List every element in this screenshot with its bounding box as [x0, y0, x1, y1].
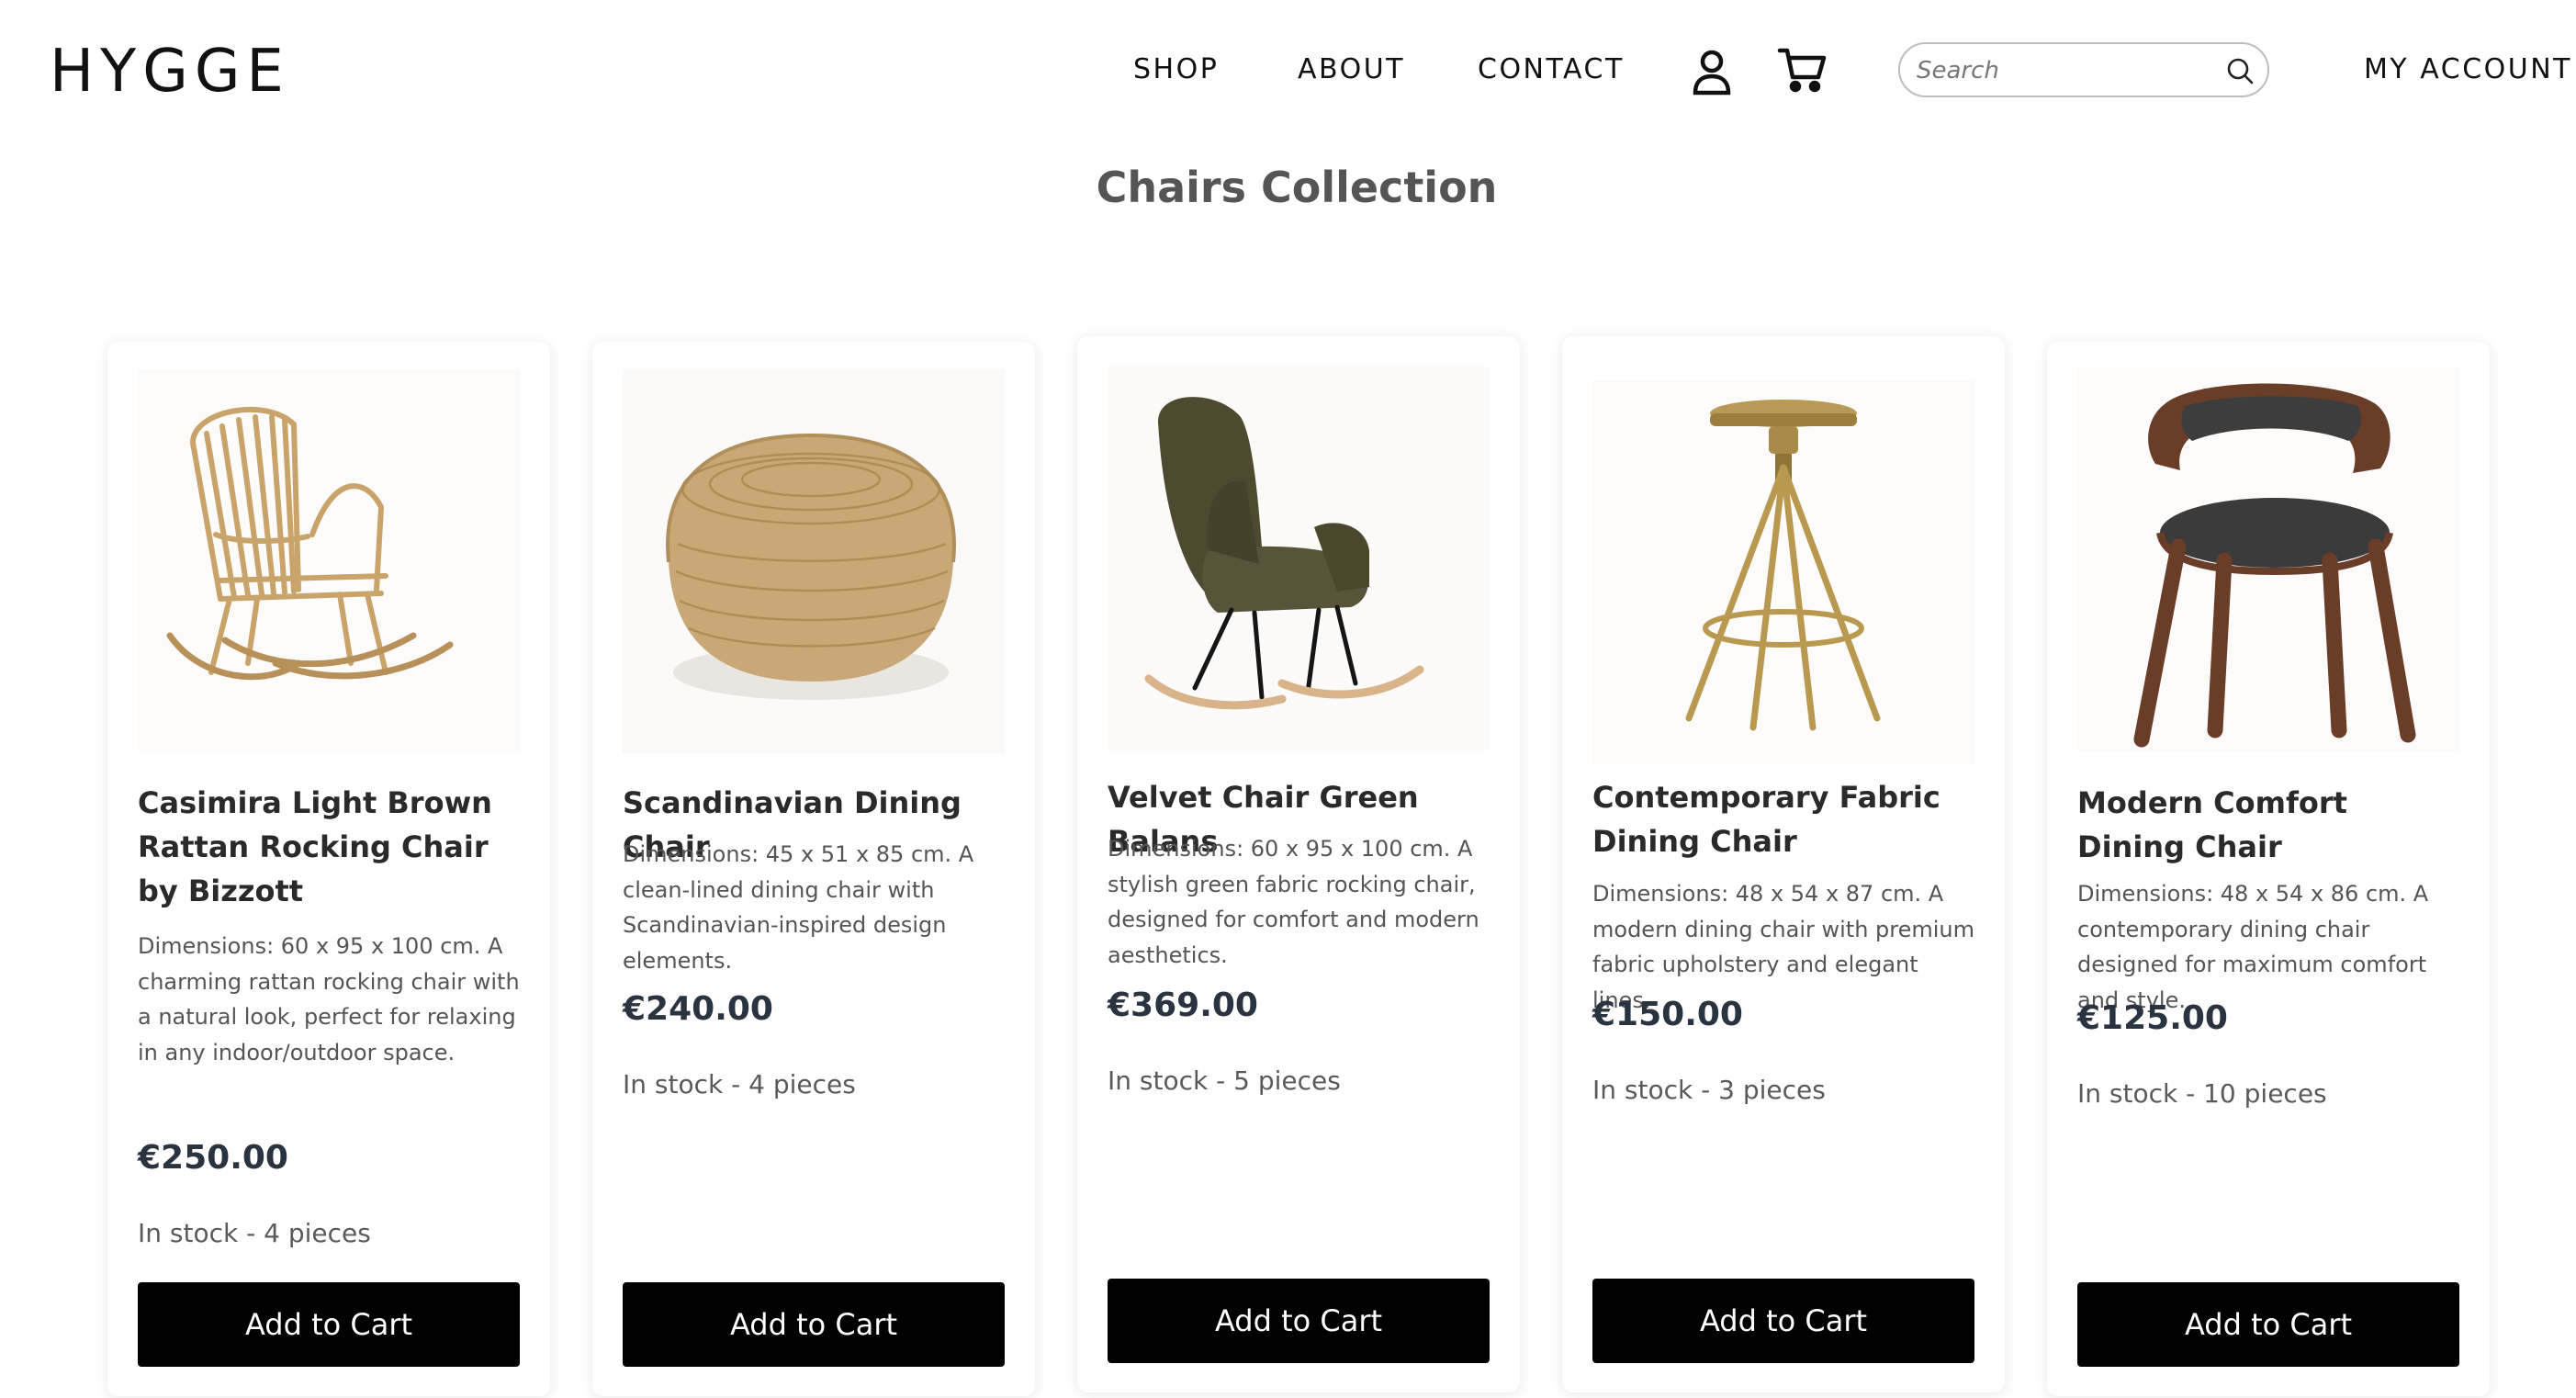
- product-title[interactable]: Casimira Light Brown Rattan Rocking Chai…: [138, 781, 523, 913]
- product-image-rattan-rocking-chair[interactable]: [138, 369, 520, 753]
- product-description: Dimensions: 45 x 51 x 85 cm. A clean-lin…: [623, 841, 974, 974]
- product-image-green-rocking-chair[interactable]: [1108, 366, 1490, 750]
- product-card: Casimira Light Brown Rattan Rocking Chai…: [107, 342, 550, 1396]
- product-image-jute-pouf[interactable]: [623, 369, 1005, 753]
- product-card: Modern Comfort Dining Chair Dimensions: …: [2047, 342, 2490, 1396]
- add-to-cart-button[interactable]: Add to Cart: [1108, 1279, 1490, 1363]
- user-icon[interactable]: [1692, 48, 1732, 96]
- add-to-cart-button[interactable]: Add to Cart: [623, 1282, 1005, 1367]
- page-title: Chairs Collection: [1096, 163, 1498, 212]
- search-icon[interactable]: [2225, 56, 2255, 85]
- product-title[interactable]: Contemporary Fabric Dining Chair: [1592, 775, 1978, 863]
- add-to-cart-button[interactable]: Add to Cart: [1592, 1279, 1974, 1363]
- search-input[interactable]: [1917, 51, 2220, 90]
- product-stock: In stock - 5 pieces: [1108, 1065, 1341, 1096]
- product-stock: In stock - 10 pieces: [2077, 1078, 2327, 1109]
- site-header: HYGGE SHOP ABOUT CONTACT MY ACCOUNT: [0, 0, 2576, 138]
- add-to-cart-button[interactable]: Add to Cart: [2077, 1282, 2459, 1367]
- product-stock: In stock - 4 pieces: [138, 1218, 371, 1248]
- product-image-brass-bar-stool[interactable]: [1592, 380, 1974, 764]
- product-card: Scandinavian Dining Chair Dimensions: 45…: [592, 342, 1035, 1396]
- product-card: Contemporary Fabric Dining Chair Dimensi…: [1562, 336, 2005, 1392]
- product-image-walnut-dining-chair[interactable]: [2077, 367, 2459, 751]
- product-title[interactable]: Modern Comfort Dining Chair: [2077, 781, 2463, 869]
- product-price: €250.00: [138, 1139, 288, 1177]
- add-to-cart-button[interactable]: Add to Cart: [138, 1282, 520, 1367]
- product-card: Velvet Chair Green Balans Dimensions: 60…: [1077, 336, 1520, 1392]
- product-stock: In stock - 4 pieces: [623, 1069, 856, 1099]
- search-box: [1898, 42, 2269, 97]
- product-price: €125.00: [2077, 999, 2228, 1037]
- product-description: Dimensions: 48 x 54 x 86 cm. A contempor…: [2077, 881, 2429, 1013]
- product-price: €240.00: [623, 990, 773, 1028]
- product-description: Dimensions: 60 x 95 x 100 cm. A stylish …: [1108, 836, 1479, 968]
- cart-icon[interactable]: [1777, 46, 1827, 94]
- nav-link-my-account[interactable]: MY ACCOUNT: [2364, 51, 2572, 88]
- product-price: €150.00: [1592, 996, 1743, 1033]
- product-description: Dimensions: 60 x 95 x 100 cm. A charming…: [138, 933, 520, 1065]
- nav-link-about[interactable]: ABOUT: [1298, 51, 1405, 88]
- product-stock: In stock - 3 pieces: [1592, 1075, 1826, 1105]
- nav-link-shop[interactable]: SHOP: [1133, 51, 1219, 88]
- site-logo[interactable]: HYGGE: [50, 35, 290, 108]
- nav-link-contact[interactable]: CONTACT: [1478, 51, 1625, 88]
- product-price: €369.00: [1108, 986, 1258, 1024]
